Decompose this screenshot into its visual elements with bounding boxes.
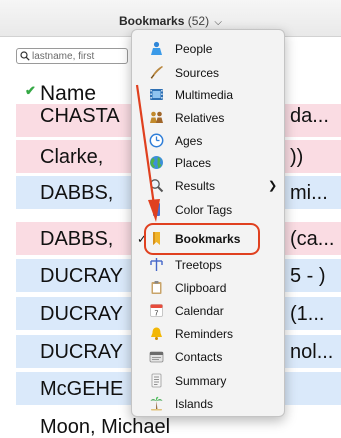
menu-item-label: Calendar — [175, 304, 224, 318]
menu-item-label: Clipboard — [175, 281, 227, 295]
menu-item-ages[interactable]: Ages — [132, 131, 284, 151]
menu-item-label: Places — [175, 156, 212, 170]
row-detail: nol... — [290, 341, 334, 363]
magnifier-icon — [150, 179, 164, 193]
row-detail: 5 - ) — [290, 265, 326, 287]
menu-item-contacts[interactable]: Contacts — [132, 347, 284, 367]
menu-item-islands[interactable]: Islands — [132, 394, 284, 414]
row-detail: mi... — [290, 182, 328, 204]
relatives-icon — [150, 111, 163, 123]
menu-item-clipboard[interactable]: Clipboard — [132, 278, 284, 298]
menu-item-label: Islands — [175, 397, 214, 411]
menu-item-multimedia[interactable]: Multimedia — [132, 85, 284, 105]
menu-item-people[interactable]: People — [132, 39, 284, 59]
menu-item-label: Summary — [175, 374, 227, 388]
row-name: DABBS, — [40, 228, 114, 250]
checkmark-icon: ✔ — [25, 83, 36, 98]
menu-item-summary[interactable]: Summary — [132, 371, 284, 391]
menu-item-color-tags[interactable]: Color Tags — [132, 200, 284, 220]
menu-item-label: Contacts — [175, 350, 223, 364]
chevron-down-icon: ⌵ — [214, 17, 222, 28]
highlight-ring — [144, 223, 260, 255]
row-name: Moon, Michael — [40, 416, 171, 438]
palm-icon — [150, 396, 163, 411]
menu-item-sources[interactable]: Sources — [132, 63, 284, 83]
search-icon — [20, 51, 30, 61]
summary-icon — [151, 373, 162, 388]
menu-item-label: Results — [175, 179, 216, 193]
bell-icon — [151, 327, 162, 340]
row-name: DABBS, — [40, 182, 114, 204]
row-detail: (1... — [290, 303, 325, 325]
film-icon — [150, 89, 163, 100]
view-count: (52) — [187, 14, 210, 28]
person-icon — [151, 41, 162, 55]
row-name: CHASTA — [40, 105, 120, 127]
menu-item-label: People — [175, 42, 213, 56]
tag-icon — [153, 203, 160, 216]
contacts-icon — [149, 351, 164, 363]
calendar-day-number: 7 — [155, 310, 159, 317]
row-detail: (ca... — [290, 228, 335, 250]
clock-icon — [149, 133, 164, 148]
globe-icon — [150, 156, 163, 169]
search-input[interactable] — [32, 49, 127, 63]
calendar-icon: 7 — [150, 304, 163, 317]
menu-item-treetops[interactable]: Treetops — [132, 255, 284, 275]
chevron-right-icon: ❯ — [268, 180, 278, 192]
clipboard-icon — [151, 281, 162, 294]
menu-item-label: Reminders — [175, 327, 234, 341]
view-selector[interactable]: Bookmarks (52) ⌵ — [0, 14, 341, 28]
row-detail: )) — [290, 146, 304, 168]
column-name-label: Name — [40, 82, 97, 105]
menu-item-label: Ages — [175, 134, 203, 148]
tree-icon — [150, 258, 163, 271]
quill-icon — [150, 66, 163, 79]
row-name: DUCRAY — [40, 341, 123, 363]
menu-item-calendar[interactable]: 7 Calendar — [132, 301, 284, 321]
menu-item-reminders[interactable]: Reminders — [132, 324, 284, 344]
menu-item-label: Color Tags — [175, 203, 233, 217]
search-field[interactable] — [16, 48, 128, 64]
menu-item-places[interactable]: Places — [132, 153, 284, 173]
row-name: DUCRAY — [40, 303, 123, 325]
row-name: Clarke, — [40, 146, 104, 168]
menu-item-label: Treetops — [175, 258, 222, 272]
view-name: Bookmarks — [119, 14, 185, 28]
menu-item-label: Relatives — [175, 111, 225, 125]
menu-item-label: Sources — [175, 66, 220, 80]
menu-item-label: Multimedia — [175, 88, 234, 102]
menu-item-results[interactable]: Results ❯ — [132, 176, 284, 196]
row-name: McGEHE — [40, 378, 124, 400]
row-detail: da... — [290, 105, 329, 127]
row-name: DUCRAY — [40, 265, 123, 287]
menu-item-relatives[interactable]: Relatives — [132, 108, 284, 128]
